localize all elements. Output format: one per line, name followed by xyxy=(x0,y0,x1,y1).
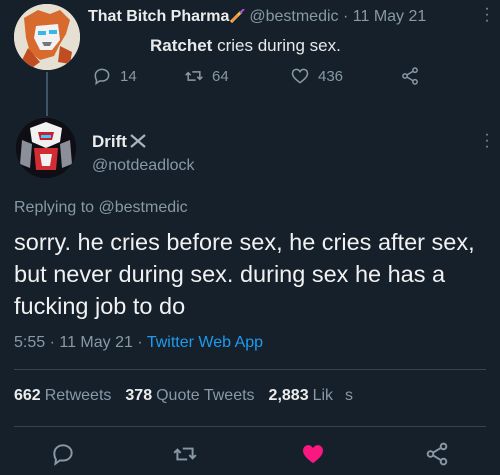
main-display-name-text: Drift xyxy=(92,132,127,151)
parent-display-name[interactable]: That Bitch Pharma xyxy=(88,8,229,25)
parent-more-icon[interactable]: · · · xyxy=(484,1,490,29)
likes-stat[interactable]: 2,883 Lik s xyxy=(269,387,354,404)
quote-count: 378 xyxy=(125,387,153,404)
engagement-stats: 662 Retweets 378 Quote Tweets 2,883 Lik s xyxy=(14,387,353,405)
retweets-label: Retweets xyxy=(44,387,112,404)
retweets-stat[interactable]: 662 Retweets xyxy=(14,387,111,404)
parent-reply-button[interactable]: 14 xyxy=(92,66,137,86)
parent-text-rest: cries during sex. xyxy=(212,36,341,55)
tweet-time[interactable]: 5:55 xyxy=(14,334,45,351)
share-icon xyxy=(426,442,448,466)
main-more-icon[interactable]: · · · xyxy=(484,127,490,155)
parent-separator: · xyxy=(342,8,349,25)
heart-icon xyxy=(303,445,323,464)
likes-count: 2,883 xyxy=(268,387,309,404)
share-button[interactable] xyxy=(424,441,450,467)
retweet-button[interactable] xyxy=(172,441,198,467)
main-actions xyxy=(0,437,500,473)
parent-reply-count: 14 xyxy=(120,67,137,85)
share-icon xyxy=(402,67,418,85)
likes-label-tail: s xyxy=(345,387,354,404)
heart-icon xyxy=(291,68,309,84)
divider xyxy=(14,369,486,370)
quote-tweets-stat[interactable]: 378 Quote Tweets xyxy=(125,387,254,404)
replying-handle-link[interactable]: @bestmedic xyxy=(99,199,188,216)
parent-tweet-text: Ratchet cries during sex. xyxy=(150,36,341,56)
parent-like-count: 436 xyxy=(318,67,344,85)
crossed-swords-icon xyxy=(129,133,147,149)
retweets-count: 662 xyxy=(14,387,41,404)
main-handle[interactable]: @notdeadlock xyxy=(92,157,195,175)
main-tweet-text: sorry. he cries before sex, he cries aft… xyxy=(14,229,475,319)
parent-header: That Bitch Pharma @bestmedic · 11 May 21 xyxy=(88,8,426,26)
retweet-icon xyxy=(173,447,197,461)
thread-connector xyxy=(46,72,48,116)
reply-icon xyxy=(53,444,73,466)
main-display-name[interactable]: Drift xyxy=(92,132,147,152)
parent-avatar[interactable] xyxy=(14,4,80,70)
replying-to: Replying to @bestmedic xyxy=(14,199,188,217)
parent-handle[interactable]: @bestmedic xyxy=(249,8,338,25)
parent-actions: 14 64 436 xyxy=(92,66,432,94)
reply-icon xyxy=(94,68,110,86)
quote-label: Quote Tweets xyxy=(156,387,255,404)
parent-share-button[interactable] xyxy=(400,66,420,86)
meta-separator: · xyxy=(49,334,55,351)
meta-separator: · xyxy=(137,334,143,351)
retweet-icon xyxy=(185,71,203,81)
parent-text-mention: Ratchet xyxy=(150,36,213,55)
tweet-meta: 5:55 · 11 May 21 · Twitter Web App xyxy=(14,334,263,352)
parent-date[interactable]: 11 May 21 xyxy=(353,8,427,25)
parent-retweet-button[interactable]: 64 xyxy=(184,66,229,86)
robot-avatar-image xyxy=(16,118,76,178)
reply-button[interactable] xyxy=(50,441,76,467)
likes-label: Lik xyxy=(312,387,334,404)
tweet-date[interactable]: 11 May 21 xyxy=(59,334,133,351)
replying-prefix: Replying to xyxy=(14,199,99,216)
parent-like-button[interactable]: 436 xyxy=(290,66,343,86)
syringe-emoji-icon xyxy=(229,8,249,24)
like-button[interactable] xyxy=(300,441,326,467)
parent-retweet-count: 64 xyxy=(212,67,229,85)
source-app-link[interactable]: Twitter Web App xyxy=(147,334,263,351)
divider xyxy=(14,426,486,427)
parent-tweet[interactable]: That Bitch Pharma @bestmedic · 11 May 21 … xyxy=(0,0,500,116)
main-avatar[interactable] xyxy=(16,118,76,178)
robot-avatar-image xyxy=(14,4,80,70)
